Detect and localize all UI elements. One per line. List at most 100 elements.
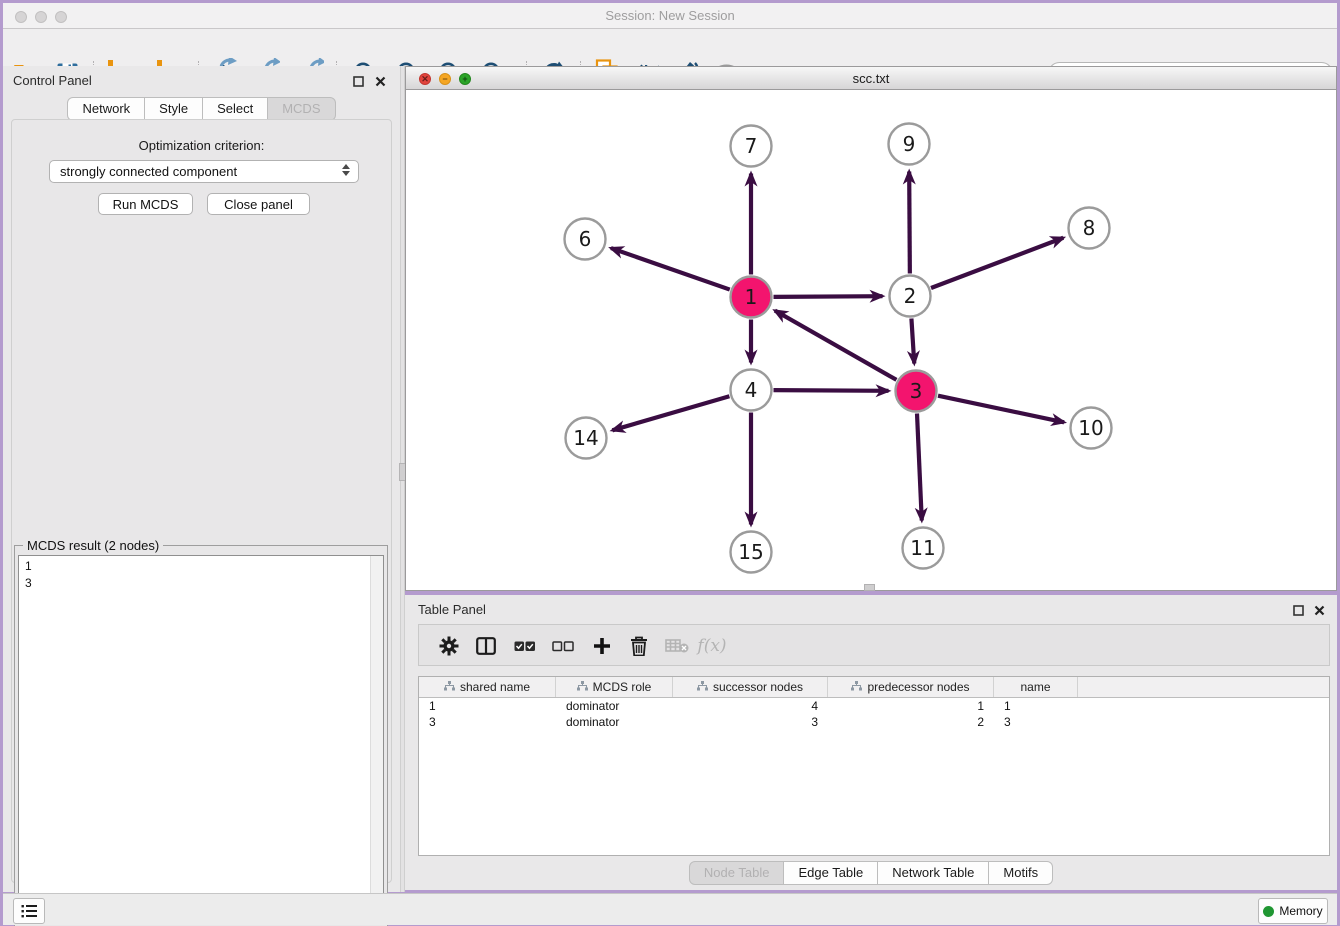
window-title: Session: New Session	[3, 3, 1337, 28]
graph-node-label-2: 2	[904, 284, 917, 308]
graph-edge-3-10[interactable]	[938, 396, 1064, 423]
table-cell[interactable]: dominator	[556, 714, 673, 730]
zoom-network-icon[interactable]: +	[459, 73, 471, 85]
result-scrollbar[interactable]	[370, 556, 383, 924]
graph-node-label-3: 3	[910, 379, 923, 403]
close-panel-icon[interactable]	[375, 74, 386, 85]
delete-icon[interactable]	[624, 631, 654, 661]
graph-edge-1-2[interactable]	[773, 296, 882, 297]
graph-edge-4-3[interactable]	[773, 390, 888, 391]
control-panel-header: Control Panel	[3, 66, 400, 94]
graph-node-label-11: 11	[910, 536, 935, 560]
deselect-all-icon[interactable]	[548, 631, 578, 661]
minimize-window-icon[interactable]	[35, 11, 47, 23]
close-panel-button[interactable]: Close panel	[207, 193, 310, 215]
main-toolbar	[3, 29, 1337, 66]
table-cell[interactable]: 1	[994, 698, 1078, 714]
table-row[interactable]: 3dominator323	[419, 714, 1329, 730]
canvas-resize-grip[interactable]	[864, 584, 875, 591]
column-header-MCDS-role[interactable]: MCDS role	[556, 677, 673, 697]
graph-edge-4-14[interactable]	[612, 396, 729, 430]
dropdown-arrows-icon	[342, 164, 350, 176]
columns-icon[interactable]	[471, 631, 501, 661]
graph-node-label-8: 8	[1083, 216, 1096, 240]
hierarchy-icon	[697, 680, 708, 694]
maximize-window-icon[interactable]	[55, 11, 67, 23]
table-tab-network-table[interactable]: Network Table	[878, 861, 989, 885]
select-all-icon[interactable]	[510, 631, 540, 661]
mcds-tab-content: Optimization criterion: strongly connect…	[11, 119, 392, 883]
graph-edge-2-3[interactable]	[911, 318, 914, 363]
status-bar: Memory	[3, 893, 1337, 925]
close-window-icon[interactable]	[15, 11, 27, 23]
memory-status-icon	[1263, 906, 1274, 917]
graph-node-label-1: 1	[745, 285, 758, 309]
column-header-shared-name[interactable]: shared name	[419, 677, 556, 697]
table-toolbar: f(x)	[418, 624, 1330, 666]
graph-node-label-15: 15	[738, 540, 763, 564]
float-table-panel-icon[interactable]	[1293, 603, 1304, 614]
graph-edge-2-8[interactable]	[931, 238, 1063, 288]
run-mcds-button[interactable]: Run MCDS	[98, 193, 193, 215]
criterion-dropdown[interactable]: strongly connected component	[49, 160, 359, 183]
table-cell[interactable]: 1	[419, 698, 556, 714]
graph-node-label-14: 14	[573, 426, 598, 450]
clear-table-icon	[662, 631, 692, 661]
graph-edge-2-9[interactable]	[909, 171, 910, 273]
graph-node-label-4: 4	[745, 378, 758, 402]
list-icon	[21, 904, 38, 918]
window-titlebar: Session: New Session	[3, 3, 1337, 29]
table-tab-motifs[interactable]: Motifs	[989, 861, 1053, 885]
table-cell[interactable]: 1	[828, 698, 994, 714]
table-panel-title: Table Panel	[418, 602, 486, 617]
table-tab-node-table[interactable]: Node Table	[689, 861, 785, 885]
close-network-icon[interactable]: ✕	[419, 73, 431, 85]
control-panel-title: Control Panel	[13, 73, 92, 88]
table-cell[interactable]: 2	[828, 714, 994, 730]
hierarchy-icon	[444, 680, 455, 694]
table-panel-header: Table Panel	[405, 595, 1337, 623]
close-table-panel-icon[interactable]	[1314, 603, 1325, 614]
table-tabstrip: Node TableEdge TableNetwork TableMotifs	[405, 861, 1337, 885]
table-cell[interactable]: 3	[673, 714, 828, 730]
column-header-name[interactable]: name	[994, 677, 1078, 697]
graph-node-label-7: 7	[745, 134, 758, 158]
float-panel-icon[interactable]	[353, 74, 364, 85]
criterion-dropdown-value: strongly connected component	[60, 164, 237, 179]
table-tab-edge-table[interactable]: Edge Table	[784, 861, 878, 885]
table-cell[interactable]: 4	[673, 698, 828, 714]
network-canvas[interactable]: 7968124314101511	[405, 90, 1337, 591]
tab-style[interactable]: Style	[145, 97, 203, 121]
mcds-result-title: MCDS result (2 nodes)	[23, 538, 163, 553]
table-row[interactable]: 1dominator411	[419, 698, 1329, 714]
application-window: Session: New Session	[0, 0, 1340, 926]
graph-edge-3-1[interactable]	[775, 311, 897, 380]
mcds-result-text[interactable]: 1 3	[18, 555, 384, 925]
add-column-icon[interactable]	[587, 631, 617, 661]
network-graph: 7968124314101511	[406, 90, 1336, 589]
graph-node-label-6: 6	[579, 227, 592, 251]
tab-select[interactable]: Select	[203, 97, 268, 121]
table-cell[interactable]: 3	[994, 714, 1078, 730]
table-cell[interactable]: dominator	[556, 698, 673, 714]
node-table[interactable]: shared nameMCDS rolesuccessor nodesprede…	[418, 676, 1330, 856]
table-header-row: shared nameMCDS rolesuccessor nodesprede…	[419, 677, 1329, 698]
gear-icon[interactable]	[434, 631, 464, 661]
memory-button[interactable]: Memory	[1258, 898, 1328, 924]
network-window-title: scc.txt	[406, 67, 1336, 90]
table-cell[interactable]: 3	[419, 714, 556, 730]
network-window-titlebar[interactable]: ✕ − + scc.txt	[405, 66, 1337, 90]
graph-edge-1-6[interactable]	[611, 248, 730, 290]
graph-node-label-10: 10	[1078, 416, 1103, 440]
tab-network[interactable]: Network	[67, 97, 145, 121]
minimize-network-icon[interactable]: −	[439, 73, 451, 85]
graph-edge-3-11[interactable]	[917, 413, 922, 520]
table-body: 1dominator4113dominator323	[419, 698, 1329, 730]
network-view-window: ✕ − + scc.txt 7968124314101511	[405, 66, 1337, 591]
column-header-successor-nodes[interactable]: successor nodes	[673, 677, 828, 697]
column-header-predecessor-nodes[interactable]: predecessor nodes	[828, 677, 994, 697]
task-history-button[interactable]	[13, 898, 45, 924]
hierarchy-icon	[851, 680, 862, 694]
tab-mcds[interactable]: MCDS	[268, 97, 335, 121]
function-fx-icon: f(x)	[697, 631, 727, 661]
